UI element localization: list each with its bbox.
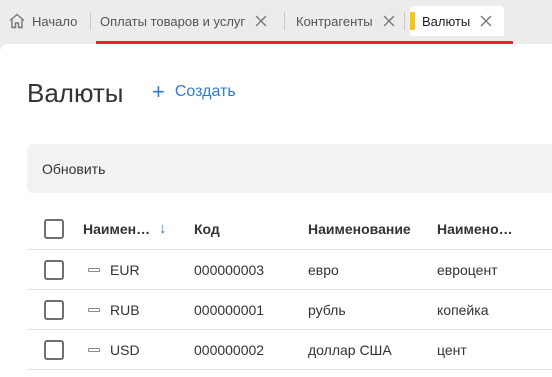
table-header-row: Наименование ↓ Код Наименование Наименов… [27,208,552,250]
tab-payments[interactable]: Оплаты товаров и услуг [100,6,267,36]
tab-label: Валюты [422,13,471,29]
tab-divider [404,12,405,30]
table-row[interactable]: RUB 000000001 рубль копейка [27,290,552,330]
tab-bar: Начало Оплаты товаров и услуг Контрагент… [0,0,552,44]
close-icon[interactable] [383,15,395,27]
tab-divider [90,12,91,30]
active-tab-marker [410,12,415,30]
refresh-button[interactable]: Обновить [42,161,105,177]
table-row[interactable]: USD 000000002 доллар США цент [27,330,552,370]
plus-icon: + [152,79,165,104]
cell-name: EUR [110,261,140,278]
toolbar: Обновить [27,144,552,193]
page-title: Валюты [27,78,124,108]
tab-counterparties[interactable]: Контрагенты [296,6,395,36]
column-header-short-name[interactable]: Наименование [437,208,517,249]
table-row[interactable]: EUR 000000003 евро евроцент [27,250,552,290]
tab-home[interactable]: Начало [8,6,77,36]
cell-short-name: цент [437,341,467,358]
cell-name: USD [110,341,140,358]
row-checkbox[interactable] [44,339,64,360]
tab-label: Оплаты товаров и услуг [100,13,246,29]
column-header-code[interactable]: Код [194,208,294,249]
tab-label: Начало [32,13,78,29]
create-button[interactable]: + Создать [152,80,236,104]
cell-full-name: рубль [308,301,346,318]
cell-name: RUB [110,301,140,318]
home-icon [9,13,25,29]
close-icon[interactable] [255,15,267,27]
element-icon [88,347,100,352]
tab-currencies[interactable]: Валюты [410,6,504,36]
cell-full-name: доллар США [308,341,392,358]
cell-full-name: евро [308,261,339,278]
cell-code: 000000003 [194,261,265,278]
select-all-checkbox[interactable] [44,218,64,239]
currency-table: Наименование ↓ Код Наименование Наименов… [27,208,552,370]
cell-short-name: евроцент [437,261,498,278]
main-panel: Валюты + Создать Обновить Наименование ↓… [0,44,552,377]
cell-short-name: копейка [437,301,489,318]
element-icon [88,267,100,272]
create-button-label: Создать [174,83,236,100]
sort-down-icon: ↓ [159,220,167,237]
cell-code: 000000002 [194,341,265,358]
close-icon[interactable] [480,15,492,27]
element-icon [88,307,100,312]
tab-label: Контрагенты [296,13,373,29]
column-header-name[interactable]: Наименование ↓ [83,208,183,249]
cell-code: 000000001 [194,301,265,318]
row-checkbox[interactable] [44,299,64,320]
column-header-full-name[interactable]: Наименование [308,208,418,249]
row-checkbox[interactable] [44,259,64,280]
tab-divider [284,12,285,30]
